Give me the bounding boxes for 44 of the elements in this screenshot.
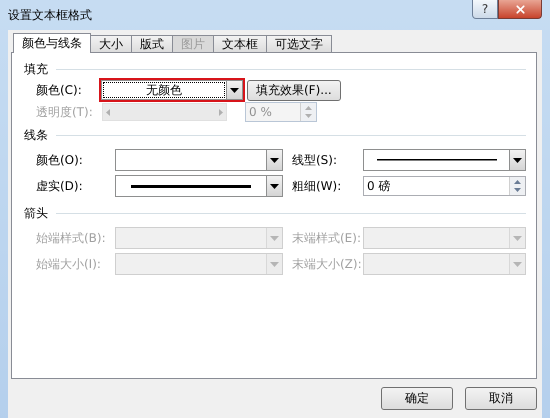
left-arrow-icon — [106, 108, 110, 116]
section-title: 填充 — [24, 60, 48, 78]
spin-field[interactable]: 0 磅 — [363, 176, 526, 196]
tab[interactable]: 可选文字 — [266, 35, 332, 53]
spin-arrows-icon — [514, 179, 521, 193]
line-sample-icon — [376, 158, 496, 162]
window-title: 设置文本框格式 — [8, 6, 92, 24]
caret-icon — [270, 236, 279, 240]
spin-arrows-icon — [305, 105, 312, 119]
dialog-button[interactable]: 取消 — [465, 387, 537, 410]
line-style-dropdown[interactable] — [363, 149, 526, 171]
right-arrow-icon — [219, 108, 223, 116]
field-label: 末端样式(E): — [291, 230, 362, 246]
field-label: 粗细(W): — [291, 178, 342, 194]
dropdown-field[interactable] — [115, 149, 283, 171]
caret-icon — [513, 158, 522, 162]
tab[interactable]: 版式 — [131, 35, 173, 53]
caret-icon — [230, 88, 239, 92]
line-sample-icon — [131, 184, 251, 188]
caret-icon — [270, 158, 279, 162]
field-label: 颜色(C): — [36, 82, 83, 98]
tab[interactable]: 文本框 — [213, 35, 267, 53]
section-title: 线条 — [24, 126, 48, 144]
field-label: 末端大小(Z): — [291, 256, 363, 272]
close-icon — [514, 2, 526, 16]
dialog-button[interactable]: 确定 — [381, 387, 453, 410]
field-label: 线型(S): — [291, 152, 338, 168]
close-button[interactable] — [498, 0, 542, 19]
help-button[interactable]: ? — [472, 0, 498, 19]
field-label: 颜色(O): — [36, 152, 84, 168]
color-dropdown[interactable]: 无颜色 — [101, 80, 243, 100]
caret-icon — [270, 184, 279, 188]
field-label: 虚实(D): — [36, 178, 84, 194]
caret-icon — [270, 262, 279, 266]
caret-icon — [513, 236, 522, 240]
line-style-dropdown[interactable] — [115, 175, 283, 197]
field-label: 始端大小(I): — [36, 256, 102, 272]
tab[interactable]: 大小 — [90, 35, 132, 53]
caret-icon — [513, 262, 522, 266]
field-label: 透明度(T): — [36, 104, 94, 120]
section-title: 箭头 — [24, 204, 48, 222]
tab[interactable]: 颜色与线条 — [13, 33, 91, 53]
field-label: 始端样式(B): — [36, 230, 107, 246]
fill-effects-button[interactable]: 填充效果(F)... — [247, 80, 341, 100]
